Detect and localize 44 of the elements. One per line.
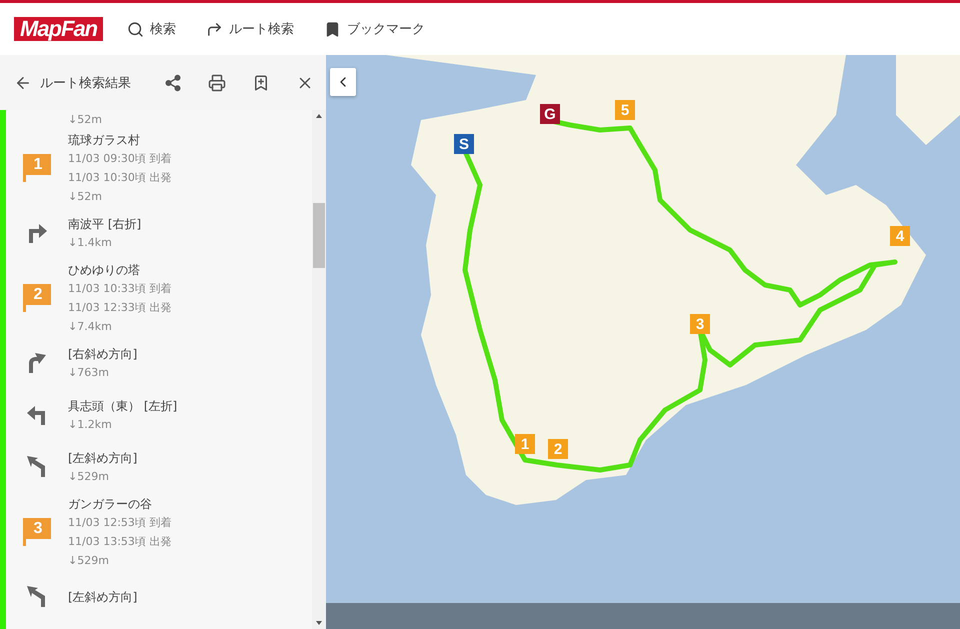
departure-time: 11/03 13:53頃 出発 — [68, 534, 172, 550]
waypoint-name: 琉球ガラス村 — [68, 132, 141, 148]
step-distance: ↓529m — [68, 552, 110, 568]
search-icon — [127, 20, 144, 38]
step-distance: ↓1.2km — [68, 416, 113, 432]
arrival-time: 11/03 09:30頃 到着 — [68, 150, 172, 166]
nav-link[interactable]: ルート検索 — [206, 20, 294, 38]
map-marker[interactable]: S — [454, 134, 474, 154]
nav-link[interactable]: 検索 — [127, 20, 176, 38]
nav-link[interactable]: ブックマーク — [324, 20, 426, 38]
departure-time: 11/03 10:30頃 出発 — [68, 170, 172, 186]
step-distance: ↓52m — [68, 112, 102, 128]
step-distance: ↓7.4km — [68, 318, 113, 334]
step-distance: ↓529m — [68, 468, 110, 484]
scrollbar-thumb[interactable] — [313, 203, 325, 268]
arrival-time: 11/03 10:33頃 到着 — [68, 280, 172, 296]
step-instruction: [右斜め方向] — [68, 346, 138, 362]
turn-arrow-icon — [206, 20, 224, 38]
arrival-time: 11/03 12:53頃 到着 — [68, 514, 172, 530]
turn-step[interactable]: 具志頭（東） [左折] ↓1.2km — [6, 389, 312, 441]
waypoint-step[interactable]: 2 ひめゆりの塔 11/03 10:33頃 到着 11/03 12:33頃 出発 ↓7.4km — [6, 259, 312, 337]
turn-step[interactable]: [左斜め方向] — [6, 571, 312, 623]
step-instruction: [左斜め方向] — [68, 589, 138, 606]
step-instruction: 南波平 [右折] — [68, 216, 142, 232]
mapfan-logo[interactable]: MapFan — [14, 17, 104, 41]
step-distance: ↓52m — [68, 188, 103, 204]
bookmark-plus-icon — [252, 74, 270, 92]
panel-title: ルート検索結果 — [40, 74, 132, 92]
waypoint-step[interactable]: 3 ガンガラーの谷 11/03 12:53頃 到着 11/03 13:53頃 出発 ↓529m — [6, 493, 312, 571]
step-instruction: 具志頭（東） [左折] — [68, 398, 178, 414]
waypoint-name: ガンガラーの谷 — [68, 496, 153, 512]
turn-step[interactable]: [左斜め方向] ↓529m — [6, 441, 312, 493]
scrollbar[interactable] — [312, 110, 326, 629]
step-distance: ↓1.4km — [68, 234, 113, 250]
waypoint-name: ひめゆりの塔 — [68, 262, 141, 278]
turn-step[interactable]: 南波平 [右折] ↓1.4km — [6, 207, 312, 259]
waypoint-step[interactable]: 1 琉球ガラス村 11/03 09:30頃 到着 11/03 10:30頃 出発 ↓52m — [6, 129, 312, 207]
printer-icon — [208, 74, 226, 92]
map-marker[interactable]: G — [540, 104, 560, 124]
step-instruction: [左斜め方向] — [68, 450, 138, 466]
share-icon — [164, 74, 182, 92]
turn-step[interactable]: [右斜め方向] ↓763m — [6, 337, 312, 389]
step-distance: ↓763m — [68, 364, 110, 380]
departure-time: 11/03 12:33頃 出発 — [68, 300, 172, 316]
